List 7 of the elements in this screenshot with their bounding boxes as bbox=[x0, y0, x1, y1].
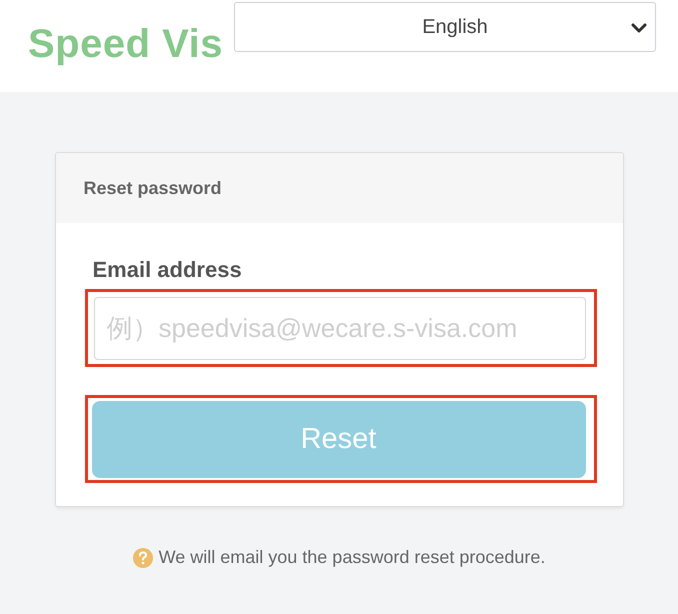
help-text: We will email you the password reset procedure. bbox=[158, 547, 546, 568]
field-label: Email address bbox=[92, 257, 243, 283]
chevron-down-icon bbox=[631, 23, 647, 33]
help-icon bbox=[132, 548, 153, 568]
card-title: Reset password bbox=[84, 178, 222, 198]
logo: Speed Vis bbox=[28, 22, 223, 66]
language-select[interactable]: English bbox=[234, 2, 656, 52]
